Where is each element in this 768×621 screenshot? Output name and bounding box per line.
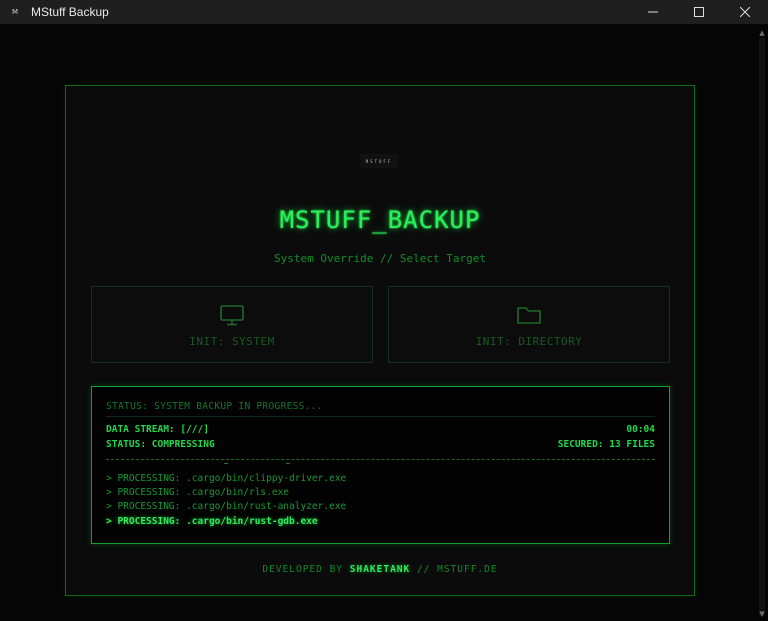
init-system-button[interactable]: INIT: SYSTEM: [91, 286, 373, 363]
log-line: > PROCESSING: .cargo/bin/rls.exe: [106, 487, 290, 498]
footer-prefix: DEVELOPED BY: [262, 564, 350, 575]
compression-status: STATUS: COMPRESSING: [106, 439, 215, 450]
log-line: > PROCESSING: .cargo/bin/clippy-driver.e…: [106, 473, 347, 484]
progress-tick: [224, 463, 228, 464]
init-system-label: INIT: SYSTEM: [189, 335, 275, 348]
title-bar[interactable]: M MStuff Backup: [0, 0, 768, 24]
app-subtitle: System Override // Select Target: [274, 252, 486, 265]
app-window: M MStuff Backup ▲ ▼ MSTUFF MSTUFF_BACKUP…: [0, 0, 768, 621]
app-icon: M: [11, 8, 19, 16]
scroll-up-icon[interactable]: ▲: [758, 28, 766, 38]
progress-tick: [286, 463, 290, 464]
minimize-button[interactable]: [630, 0, 676, 24]
footer-suffix: // MSTUFF.DE: [410, 564, 498, 575]
window-controls: [630, 0, 768, 24]
init-directory-button[interactable]: INIT: DIRECTORY: [388, 286, 670, 363]
close-button[interactable]: [722, 0, 768, 24]
window-title: MStuff Backup: [31, 5, 109, 19]
maximize-button[interactable]: [676, 0, 722, 24]
dashed-divider: [106, 459, 655, 460]
scroll-thumb[interactable]: [759, 38, 765, 616]
footer-brand: SHAKETANK: [349, 564, 411, 575]
init-directory-label: INIT: DIRECTORY: [475, 335, 583, 348]
log-line: > PROCESSING: .cargo/bin/rust-analyzer.e…: [106, 501, 347, 512]
scroll-down-icon[interactable]: ▼: [758, 609, 766, 619]
log-line-active: > PROCESSING: .cargo/bin/rust-gdb.exe: [106, 516, 318, 527]
divider: [106, 416, 655, 417]
elapsed-timer: 00:04: [626, 424, 655, 435]
footer-credits: DEVELOPED BY SHAKETANK // MSTUFF.DE: [66, 564, 694, 575]
status-console: STATUS: SYSTEM BACKUP IN PROGRESS... DAT…: [91, 386, 670, 544]
vertical-scrollbar[interactable]: ▲ ▼: [756, 24, 768, 621]
close-icon: [740, 7, 750, 17]
status-header: STATUS: SYSTEM BACKUP IN PROGRESS...: [106, 401, 323, 412]
folder-icon: [517, 307, 541, 324]
secured-files-count: SECURED: 13 FILES: [557, 439, 655, 450]
maximize-icon: [694, 7, 704, 17]
data-stream-indicator: DATA STREAM: [///]: [106, 424, 209, 435]
monitor-icon: [220, 305, 244, 326]
minimize-icon: [648, 11, 658, 13]
app-title: MSTUFF_BACKUP: [279, 206, 481, 234]
logo: MSTUFF: [360, 154, 398, 168]
main-panel: MSTUFF MSTUFF_BACKUP System Override // …: [65, 85, 695, 596]
